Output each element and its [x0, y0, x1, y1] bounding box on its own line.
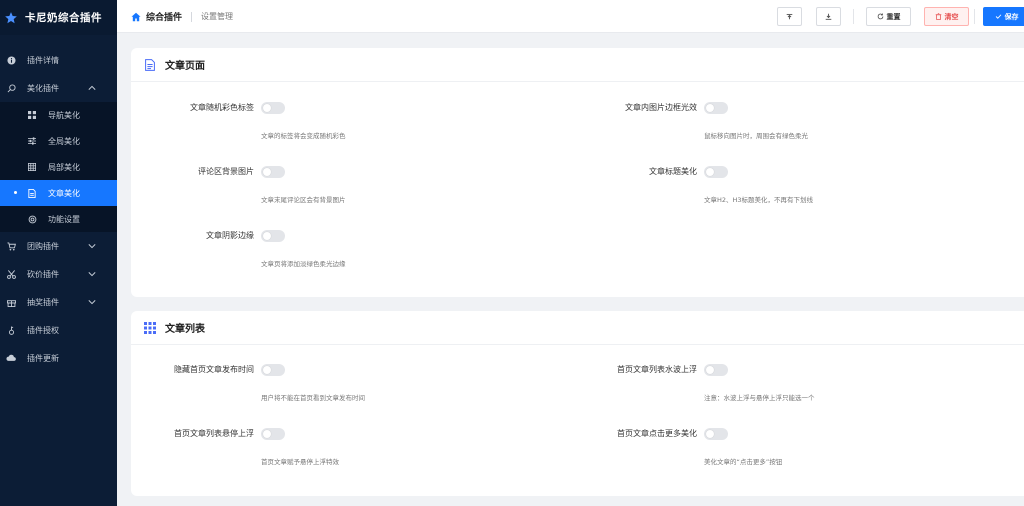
scissors-icon: [6, 269, 16, 279]
setting-hint: 文章末尾评论区会有背景图片: [261, 196, 346, 204]
refresh-icon: [877, 13, 883, 20]
hover-float-toggle[interactable]: [261, 428, 285, 440]
sidebar-item-lottery[interactable]: 抽奖插件: [0, 288, 117, 316]
section-title: 文章页面: [165, 61, 205, 72]
sidebar-item-global-beautify[interactable]: 全局美化: [0, 128, 117, 154]
sidebar-item-function-settings[interactable]: 功能设置: [0, 206, 117, 232]
brand: 卡尼奶综合插件: [0, 0, 117, 35]
top-header: 综合插件 设置管理 重置 清空 保存: [117, 0, 1024, 33]
shadow-edge-toggle[interactable]: [261, 230, 285, 242]
setting-label: 文章阴影边缘: [206, 231, 254, 240]
comment-bg-image-toggle[interactable]: [261, 166, 285, 178]
setting-label: 首页文章列表水波上浮: [617, 365, 697, 374]
wave-float-toggle[interactable]: [704, 364, 728, 376]
sidebar-item-label: 砍价插件: [27, 269, 59, 279]
save-label: 保存: [1004, 12, 1019, 21]
grid-icon: [144, 321, 156, 334]
setting-hint: 美化文章的“点击更多”按钮: [704, 458, 783, 466]
save-button[interactable]: 保存: [983, 7, 1024, 26]
sidebar-item-label: 抽奖插件: [27, 297, 59, 307]
title-beautify-toggle[interactable]: [704, 166, 728, 178]
section-header: 文章页面: [131, 48, 1024, 82]
section-article-page: 文章页面 文章随机彩色标签 文章的标签将会变成随机彩色 文章内图片边框光效 鼠标…: [131, 48, 1024, 297]
breadcrumb-home[interactable]: 综合插件: [146, 10, 182, 23]
sidebar-item-label: 美化插件: [27, 83, 59, 93]
home-icon: [131, 12, 141, 21]
setting-label: 文章内图片边框光效: [625, 103, 697, 112]
setting-hint: 文章页将添加淡绿色柔光边缘: [261, 260, 346, 268]
sidebar-menu: 插件详情 美化插件 导航美化 全局美化 局部美化 文章美化 功能设置 团购插件 …: [0, 46, 117, 372]
document-icon: [145, 58, 155, 71]
sidebar-item-label: 全局美化: [48, 136, 80, 146]
active-dot: [14, 191, 17, 194]
read-more-beautify-toggle[interactable]: [704, 428, 728, 440]
sidebar-item-label: 功能设置: [48, 214, 80, 224]
key-icon: [6, 325, 16, 335]
chevron-up-icon: [88, 85, 96, 90]
chevron-down-icon: [88, 244, 96, 249]
settings-icon: [27, 214, 37, 224]
download-icon: [825, 13, 832, 20]
sidebar-item-label: 文章美化: [48, 188, 80, 198]
search-icon: [6, 83, 16, 93]
hide-publish-time-toggle[interactable]: [261, 364, 285, 376]
gift-icon: [6, 297, 16, 307]
setting-label: 文章随机彩色标签: [190, 103, 254, 112]
setting-hint: 首页文章赋予悬停上浮特效: [261, 458, 339, 466]
breadcrumb-current: 设置管理: [201, 12, 234, 21]
setting-label: 隐藏首页文章发布时间: [174, 365, 254, 374]
app-title: 卡尼奶综合插件: [25, 12, 102, 24]
chevron-down-icon: [88, 300, 96, 305]
sidebar-item-license[interactable]: 插件授权: [0, 316, 117, 344]
sidebar-item-label: 插件授权: [27, 325, 59, 335]
document-icon: [27, 188, 37, 198]
section-article-list: 文章列表 隐藏首页文章发布时间 用户将不能在首页看到文章发布时间 首页文章列表水…: [131, 311, 1024, 496]
cloud-icon: [6, 353, 16, 363]
export-button[interactable]: [816, 7, 841, 26]
setting-hint: 用户将不能在首页看到文章发布时间: [261, 394, 365, 402]
clear-label: 清空: [944, 12, 959, 21]
header-divider: [974, 9, 975, 24]
sidebar-item-article-beautify[interactable]: 文章美化: [0, 180, 117, 206]
sidebar-item-label: 团购插件: [27, 241, 59, 251]
setting-hint: 注意：水波上浮与悬停上浮只能选一个: [704, 394, 815, 402]
sliders-icon: [27, 136, 37, 146]
setting-label: 评论区背景图片: [198, 167, 254, 176]
trash-icon: [935, 13, 941, 20]
breadcrumb-separator: [191, 11, 193, 22]
setting-hint: 鼠标移向图片时，周围会有绿色柔光: [704, 132, 808, 140]
sidebar-item-bargain[interactable]: 砍价插件: [0, 260, 117, 288]
cart-icon: [6, 241, 16, 251]
sidebar-item-plugin-details[interactable]: 插件详情: [0, 46, 117, 74]
setting-label: 文章标题美化: [649, 167, 697, 176]
grid-icon: [27, 110, 37, 120]
setting-label: 首页文章列表悬停上浮: [174, 429, 254, 438]
sidebar-item-label: 插件更新: [27, 353, 59, 363]
check-icon: [995, 14, 1001, 19]
reset-button[interactable]: 重置: [866, 7, 911, 26]
upload-icon: [786, 13, 793, 20]
setting-hint: 文章H2、H3标题美化，不再有下划线: [704, 196, 814, 204]
reset-label: 重置: [886, 12, 901, 21]
import-button[interactable]: [777, 7, 802, 26]
section-header: 文章列表: [131, 311, 1024, 345]
breadcrumb: 综合插件 设置管理: [131, 10, 233, 23]
table-icon: [27, 162, 37, 172]
chevron-down-icon: [88, 272, 96, 277]
clear-button[interactable]: 清空: [924, 7, 969, 26]
random-color-tag-toggle[interactable]: [261, 102, 285, 114]
info-icon: [6, 55, 16, 65]
section-title: 文章列表: [165, 324, 205, 335]
setting-hint: 文章的标签将会变成随机彩色: [261, 132, 346, 140]
header-divider: [853, 9, 854, 24]
sidebar-item-label: 插件详情: [27, 55, 59, 65]
sidebar-item-beautify-plugin[interactable]: 美化插件: [0, 74, 117, 102]
star-icon: [5, 11, 17, 23]
image-border-glow-toggle[interactable]: [704, 102, 728, 114]
setting-label: 首页文章点击更多美化: [617, 429, 697, 438]
